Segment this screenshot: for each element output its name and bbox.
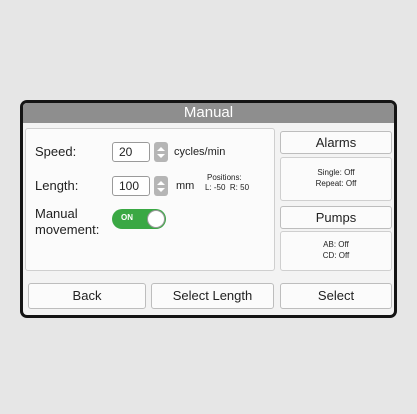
speed-stepper[interactable] [154,142,168,162]
title-bar: Manual [23,103,394,123]
select-length-button-label: Select Length [172,288,253,303]
back-button[interactable]: Back [28,283,146,309]
positions-values: L: -50 R: 50 [205,183,250,192]
chevron-down-icon [157,187,165,192]
pumps-status: AB: Off CD: Off [280,231,392,271]
pumps-button[interactable]: Pumps [280,206,392,229]
alarm-single-status: Single: Off [317,168,355,177]
length-stepper[interactable] [154,176,168,196]
chevron-up-icon [157,180,165,185]
alarms-status: Single: Off Repeat: Off [280,157,392,201]
chevron-down-icon [157,153,165,158]
back-button-label: Back [72,288,102,303]
length-label: Length: [35,178,79,193]
hmi-screen: Manual Speed: 20 cycles/min Length: 100 … [23,103,394,315]
pump-cd-status: CD: Off [322,251,350,260]
chevron-up-icon [157,146,165,151]
device-frame: Manual Speed: 20 cycles/min Length: 100 … [20,100,397,318]
manual-movement-label-line2: movement: [35,222,100,237]
select-button-label: Select [317,288,355,303]
alarms-button-label: Alarms [315,135,357,150]
length-input[interactable]: 100 [112,176,150,196]
length-unit: mm [176,180,195,192]
alarm-repeat-status: Repeat: Off [315,179,357,188]
speed-label: Speed: [35,144,77,159]
manual-movement-toggle[interactable]: ON [112,209,166,229]
settings-panel: Speed: 20 cycles/min Length: 100 mm Posi… [25,128,275,271]
pumps-button-label: Pumps [315,210,357,225]
select-length-button[interactable]: Select Length [151,283,274,309]
toggle-on-text: ON [121,213,133,222]
speed-unit: cycles/min [174,146,226,158]
alarms-button[interactable]: Alarms [280,131,392,154]
select-button[interactable]: Select [280,283,392,309]
positions-title: Positions: [207,173,242,182]
speed-input[interactable]: 20 [112,142,150,162]
pump-ab-status: AB: Off [323,240,349,249]
toggle-knob [147,210,165,228]
manual-movement-label-line1: Manual [35,206,78,221]
page-title: Manual [183,104,234,121]
